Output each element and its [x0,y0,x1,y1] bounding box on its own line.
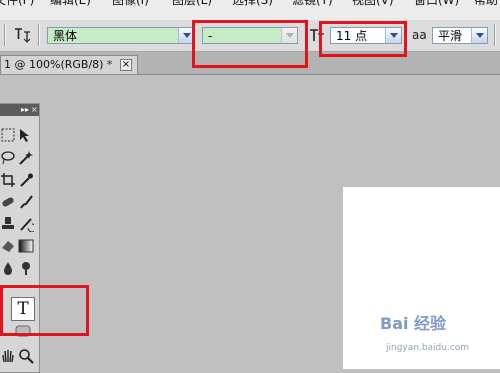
close-icon[interactable]: × [31,105,38,114]
collapse-icon[interactable]: ▸▸ [21,105,29,114]
healing-brush-icon[interactable] [0,194,17,212]
crop-icon[interactable] [0,172,17,190]
shape-tool-icon[interactable] [14,324,32,342]
gradient-icon[interactable] [17,238,35,256]
tools-panel-header[interactable]: ▸▸ × [0,104,39,116]
menu-image[interactable]: 图像(I) [112,0,149,8]
zoom-icon[interactable] [17,348,35,366]
font-family-dropdown[interactable]: 黑体 [47,27,195,44]
text-tool-icon[interactable]: T [11,297,35,321]
font-family-value: 黑体 [53,29,78,43]
font-size-dropdown[interactable]: 11 点 [330,27,402,44]
move-icon[interactable] [17,128,35,146]
options-separator [494,24,496,46]
chevron-down-icon[interactable] [471,28,487,43]
dodge-icon[interactable] [17,260,35,278]
antialias-dropdown[interactable]: 平滑 [432,27,488,44]
blur-icon[interactable] [0,260,17,278]
options-separator [4,24,6,46]
tools-panel: ▸▸ × T [0,103,40,373]
menu-bar: 文件(F) 编辑(E) 图像(I) 图层(L) 选择(S) 滤镜(T) 视图(V… [0,0,500,21]
document-tab[interactable]: 1 @ 100%(RGB/8) * × [0,55,138,74]
antialias-value: 平滑 [438,29,463,43]
marquee-icon[interactable] [0,128,17,146]
menu-window[interactable]: 窗口(W) [414,0,459,8]
watermark: Bai 经验 jingyan.baidu.com [380,310,490,360]
font-style-dropdown[interactable]: - [202,27,298,44]
eyedropper-icon[interactable] [17,172,35,190]
font-size-value: 11 点 [336,29,368,43]
menu-edit[interactable]: 编辑(E) [50,0,91,8]
menu-help[interactable]: 帮助 [474,0,498,8]
chevron-down-icon[interactable] [281,28,297,43]
menu-select[interactable]: 选择(S) [232,0,273,8]
menu-view[interactable]: 视图(V) [352,0,394,8]
menu-filter[interactable]: 滤镜(T) [292,0,333,8]
magic-wand-icon[interactable] [17,150,35,168]
document-tab-bar: 1 @ 100%(RGB/8) * × [0,52,500,75]
text-orientation-icon[interactable] [14,27,32,43]
clone-stamp-icon[interactable] [0,216,17,234]
antialias-icon: aa [412,28,427,42]
document-tab-title: 1 @ 100%(RGB/8) * [4,58,113,71]
watermark-url: jingyan.baidu.com [386,343,470,353]
menu-file[interactable]: 文件(F) [0,0,34,8]
watermark-logo: Bai 经验 [380,314,447,333]
close-icon[interactable]: × [120,59,132,71]
history-brush-icon[interactable] [17,216,37,234]
lasso-icon[interactable] [0,150,17,168]
chevron-down-icon[interactable] [385,28,401,43]
type-options-bar: 黑体 - 11 点 aa 平滑 [0,20,500,52]
menu-layer[interactable]: 图层(L) [172,0,212,8]
chevron-down-icon[interactable] [178,28,194,43]
font-size-icon [309,27,329,43]
options-separator [38,24,40,46]
hand-icon[interactable] [0,348,17,366]
brush-icon[interactable] [17,194,35,212]
font-style-value: - [208,29,213,43]
eraser-icon[interactable] [0,238,17,256]
